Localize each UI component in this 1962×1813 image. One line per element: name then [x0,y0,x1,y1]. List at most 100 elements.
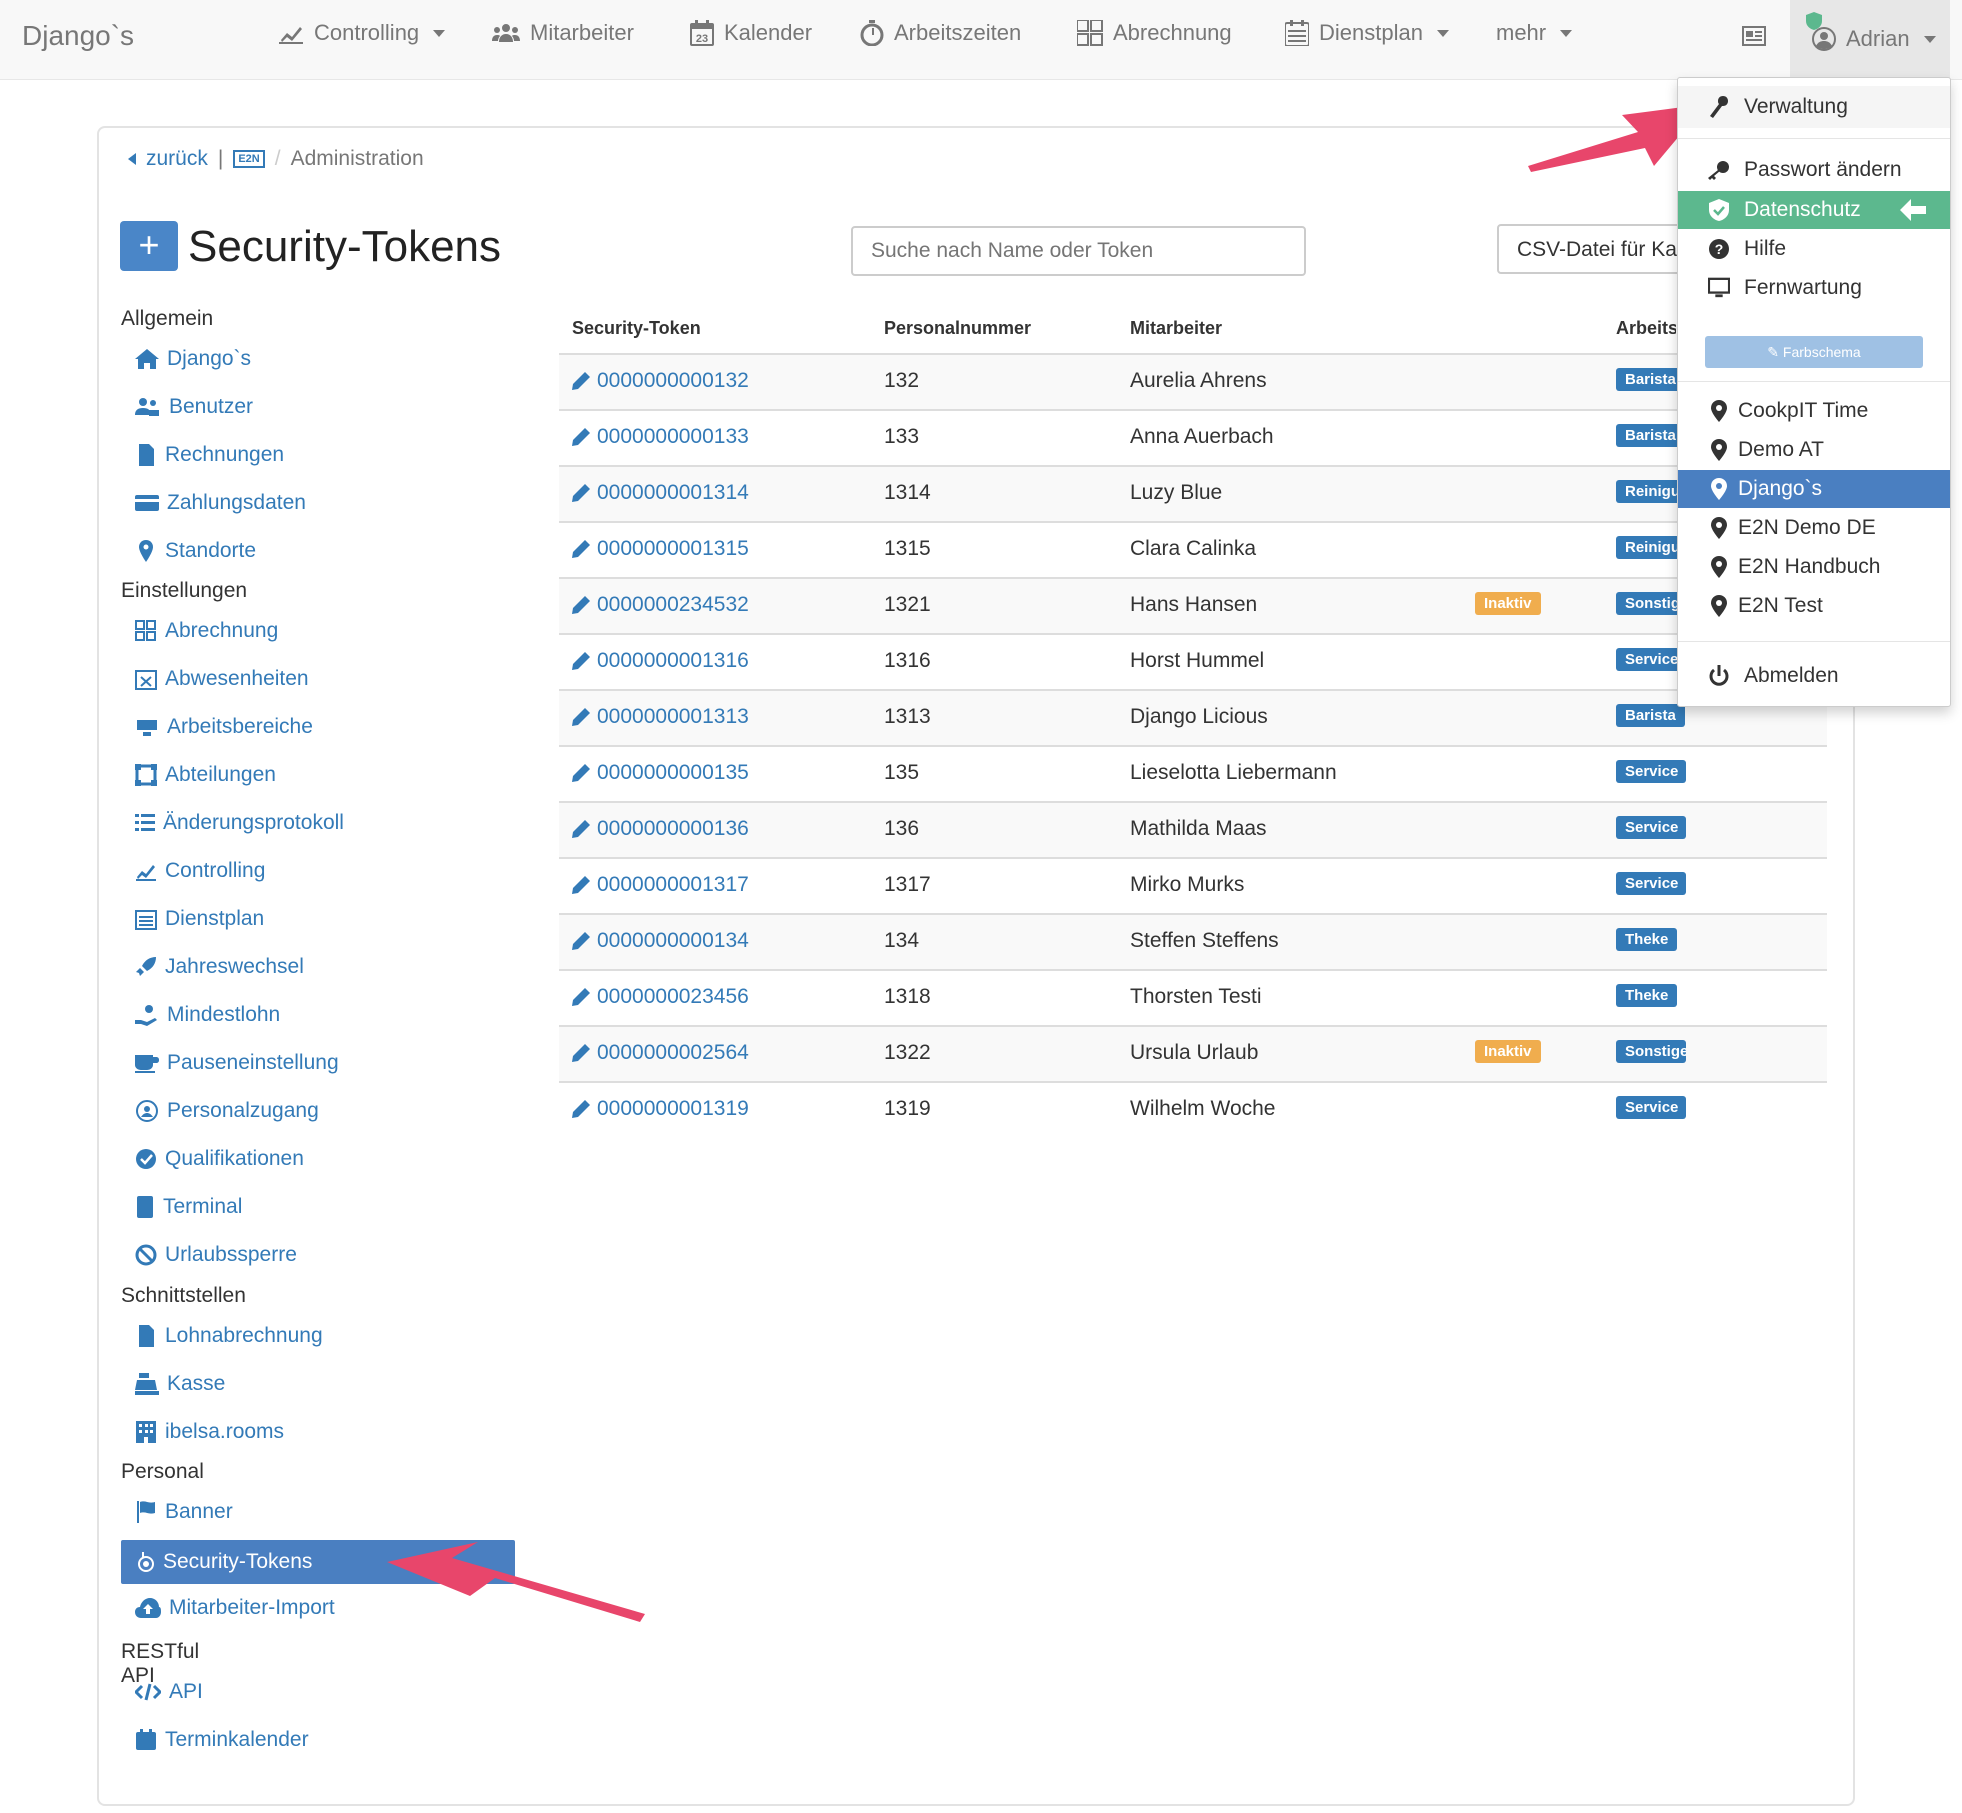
sidebar-item-abrechnung[interactable]: Abrechnung [135,619,278,643]
sidebar-item-security-tokens[interactable]: Security-Tokens [121,1540,515,1584]
personnel-number: 1317 [884,873,931,896]
menu-item-abmelden[interactable]: Abmelden [1678,657,1950,695]
sidebar-item-terminkalender[interactable]: Terminkalender [135,1728,309,1752]
token-link[interactable]: 0000000000132 [571,369,749,393]
sidebar-item-mindestlohn[interactable]: Mindestlohn [135,1003,280,1027]
pencil-icon [572,1100,590,1118]
token-link[interactable]: 0000000001315 [571,537,749,561]
token-link[interactable]: 0000000001317 [571,873,749,897]
employee-name: Ursula Urlaub [1130,1041,1259,1064]
map-marker-icon [1711,517,1727,539]
code-icon [135,1683,161,1701]
sidebar-item-urlaubssperre[interactable]: Urlaubssperre [135,1243,297,1267]
menu-item-location[interactable]: E2N Test [1678,587,1950,625]
nav-abrechnung[interactable]: Abrechnung [1077,20,1232,46]
breadcrumb-slash: / [274,147,281,170]
sidebar-item-lohnabrechnung[interactable]: Lohnabrechnung [135,1324,323,1348]
sidebar-item-arbeitsbereiche[interactable]: Arbeitsbereiche [135,715,313,739]
search-input[interactable] [851,226,1306,276]
sidebar-item-benutzer[interactable]: Benutzer [135,395,253,419]
question-circle-icon: ? [1709,239,1729,259]
sidebar-item-label: Banner [165,1500,233,1523]
token-link[interactable]: 0000000023456 [571,985,749,1009]
sidebar-item-jahreswechsel[interactable]: Jahreswechsel [135,955,304,979]
coffee-icon [135,1055,159,1073]
sidebar-item-terminal[interactable]: Terminal [135,1195,242,1219]
sidebar-item-mitarbeiter-import[interactable]: Mitarbeiter-Import [135,1596,335,1620]
sidebar-item-label: Lohnabrechnung [165,1324,323,1347]
csv-export-button[interactable]: CSV-Datei für Kassen [1497,224,1687,274]
e2n-logo[interactable]: E2N [233,150,265,168]
sidebar-item-label: API [169,1680,203,1703]
sidebar-item-dienstplan[interactable]: Dienstplan [135,907,264,931]
nav-kalender[interactable]: 23 Kalender [690,20,812,46]
back-link[interactable]: zurück [146,147,208,171]
sidebar-item-abteilungen[interactable]: Abteilungen [135,763,276,787]
token-link[interactable]: 0000000000134 [571,929,749,953]
sidebar-item-label: Controlling [165,859,266,882]
sidebar-item-djangos[interactable]: Django`s [135,347,251,371]
add-token-button[interactable]: + [120,221,178,271]
column-header[interactable]: Arbeitsbereiche [1616,318,1676,339]
sidebar-item-api[interactable]: API [135,1680,203,1704]
token-link[interactable]: 0000000000135 [571,761,749,785]
token-link[interactable]: 0000000001316 [571,649,749,673]
menu-item-location[interactable]: E2N Demo DE [1678,509,1950,547]
token-link[interactable]: 0000000002564 [571,1041,749,1065]
column-header[interactable]: Security-Token [572,318,701,339]
news-icon[interactable] [1742,26,1766,46]
sidebar-item-controlling[interactable]: Controlling [135,859,265,883]
token-value: 0000000000133 [597,425,749,448]
wrench-icon [1710,96,1728,118]
nav-mitarbeiter[interactable]: Mitarbeiter [492,20,634,46]
token-link[interactable]: 0000000000133 [571,425,749,449]
sidebar-item-kasse[interactable]: Kasse [135,1372,225,1396]
nav-mehr[interactable]: mehr [1496,20,1573,46]
pencil-icon [572,484,590,502]
monitor-icon [1708,277,1730,298]
token-value: 0000000000134 [597,929,749,952]
sidebar-item-banner[interactable]: Banner [135,1500,233,1524]
users-icon [492,24,520,42]
sidebar-item-label: Zahlungsdaten [167,491,306,514]
brand-name[interactable]: Django`s [22,20,134,52]
nav-arbeitszeiten[interactable]: Arbeitszeiten [860,20,1021,46]
token-link[interactable]: 0000000234532 [571,593,749,617]
nav-controlling[interactable]: Controlling [278,20,446,46]
menu-item-label: Passwort ändern [1744,158,1902,181]
menu-item-hilfe[interactable]: ? Hilfe [1678,230,1950,268]
token-link[interactable]: 0000000001319 [571,1097,749,1121]
sidebar-item-rechnungen[interactable]: Rechnungen [135,443,284,467]
location-label: E2N Handbuch [1738,555,1881,578]
menu-item-location[interactable]: E2N Handbuch [1678,548,1950,586]
menu-item-verwaltung[interactable]: Verwaltung [1678,86,1950,128]
sidebar-item-ibelsa[interactable]: ibelsa.rooms [135,1420,284,1444]
menu-item-fernwartung[interactable]: Fernwartung [1678,269,1950,307]
sidebar-item-label: Dienstplan [165,907,265,930]
user-menu-toggle[interactable]: Adrian [1790,0,1950,79]
employee-name: Mirko Murks [1130,873,1245,896]
token-link[interactable]: 0000000001313 [571,705,749,729]
menu-item-location[interactable]: Django`s [1678,470,1950,508]
sidebar-item-label: Änderungsprotokoll [163,811,344,834]
menu-item-datenschutz[interactable]: Datenschutz [1678,191,1950,229]
sidebar-item-pauseneinstellung[interactable]: Pauseneinstellung [135,1051,339,1075]
pencil-icon [572,540,590,558]
menu-item-location[interactable]: CookpIT Time [1678,392,1950,430]
menu-item-location[interactable]: Demo AT [1678,431,1950,469]
sidebar-item-aenderungsprotokoll[interactable]: Änderungsprotokoll [135,811,344,835]
sidebar-item-zahlungsdaten[interactable]: Zahlungsdaten [135,491,306,515]
sidebar-item-abwesenheiten[interactable]: Abwesenheiten [135,667,309,691]
sidebar-item-standorte[interactable]: Standorte [135,539,256,563]
sidebar-item-personalzugang[interactable]: Personalzugang [135,1099,319,1123]
token-link[interactable]: 0000000000136 [571,817,749,841]
color-scheme-button[interactable]: ✎ Farbschema [1705,336,1923,368]
sidebar-item-qualifikationen[interactable]: Qualifikationen [135,1147,304,1171]
table-row: 0000000023456 1318 Thorsten Testi Theke [559,969,1827,1027]
menu-item-passwort[interactable]: Passwort ändern [1678,151,1950,189]
token-link[interactable]: 0000000001314 [571,481,749,505]
column-header[interactable]: Mitarbeiter [1130,318,1222,339]
nav-dienstplan[interactable]: Dienstplan [1285,20,1449,46]
table-row: 0000000000133 133 Anna Auerbach Barista [559,409,1827,467]
column-header[interactable]: Personalnummer [884,318,1031,339]
